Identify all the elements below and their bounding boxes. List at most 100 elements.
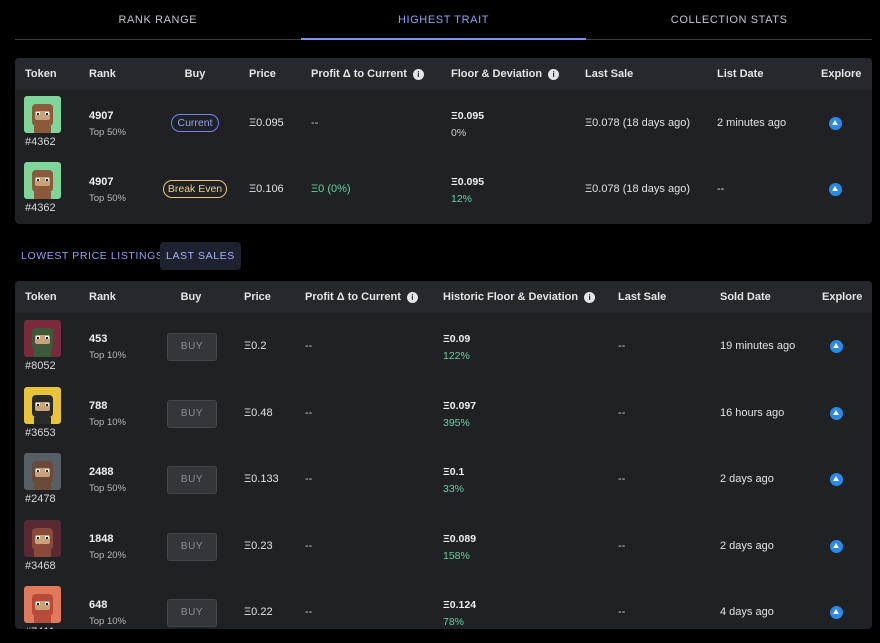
buy-status-badge[interactable]: Break Even [163, 180, 227, 198]
header-historic-floor-label: Historic Floor & Deviation [443, 291, 579, 303]
table-row: #3468 1848 Top 20% BUY Ξ0.23 -- Ξ0.089 158% -- 2 … [15, 513, 872, 579]
profit-delta: -- [305, 473, 313, 485]
buy-button[interactable]: BUY [167, 466, 217, 494]
opensea-icon[interactable] [830, 406, 843, 420]
buy-button[interactable]: BUY [167, 599, 217, 627]
historic-floor-price: Ξ0.09 [443, 333, 471, 345]
ape-avatar-icon [24, 320, 61, 357]
last-sale: -- [618, 340, 626, 352]
opensea-icon[interactable] [829, 117, 842, 130]
token-id: #4362 [25, 202, 56, 214]
price: Ξ0.2 [244, 340, 267, 352]
floor-deviation: 158% [443, 549, 470, 562]
sold-date: 16 hours ago [720, 406, 785, 419]
opensea-icon[interactable] [829, 183, 842, 196]
buy-button[interactable]: BUY [167, 532, 217, 561]
sales-table-header: Token Rank Buy Price Profit Δ to Current… [15, 281, 872, 313]
token-image[interactable] [24, 586, 61, 623]
rank-cell: 4907 Top 50% [89, 110, 126, 138]
floor-price: Ξ0.095 [451, 176, 485, 188]
ape-avatar-icon [24, 519, 61, 557]
profit-delta: -- [305, 340, 313, 352]
header-historic-floor: Historic Floor & Deviation i [443, 281, 596, 313]
ape-avatar-icon [24, 96, 61, 133]
header-profit-label: Profit Δ to Current [311, 68, 407, 80]
table-row: #8052 453 Top 10% BUY Ξ0.2 -- Ξ0.09 122% -- 19 mi… [15, 313, 872, 379]
historic-floor-cell: Ξ0.124 78% [443, 599, 476, 628]
opensea-icon[interactable] [830, 340, 843, 353]
header-profit: Profit Δ to Current i [305, 281, 418, 313]
table-row: #4362 4907 Top 50% Current Ξ0.095 -- Ξ0.095 0% Ξ… [15, 90, 872, 156]
floor-cell: Ξ0.095 0% [451, 110, 484, 139]
header-sold-date: Sold Date [720, 291, 771, 303]
list-date: 2 minutes ago [717, 117, 787, 129]
rank-number: 453 [89, 333, 108, 345]
header-rank: Rank [89, 68, 116, 80]
header-floor-label: Floor & Deviation [451, 68, 543, 80]
last-sale: -- [618, 406, 626, 419]
buy-button[interactable]: BUY [167, 333, 217, 361]
info-icon[interactable]: i [584, 291, 596, 303]
last-sale: -- [618, 473, 626, 485]
sales-table: Token Rank Buy Price Profit Δ to Current… [15, 281, 872, 629]
tab-rank-range[interactable]: RANK RANGE [15, 0, 301, 39]
rank-number: 4907 [89, 176, 114, 188]
tab-highest-trait[interactable]: HIGHEST TRAIT [300, 0, 587, 40]
opensea-icon[interactable] [830, 473, 843, 486]
token-image[interactable] [24, 162, 61, 199]
info-icon[interactable]: i [406, 291, 418, 303]
rank-number: 648 [89, 599, 108, 611]
token-image[interactable] [24, 320, 61, 357]
header-rank: Rank [89, 291, 116, 303]
info-icon[interactable]: i [412, 68, 424, 80]
token-id: #2478 [25, 493, 56, 505]
sold-date: 2 days ago [720, 473, 774, 485]
floor-deviation: 78% [443, 616, 465, 628]
historic-floor-cell: Ξ0.1 33% [443, 466, 464, 495]
opensea-icon[interactable] [830, 606, 843, 619]
buy-status-badge[interactable]: Current [171, 114, 219, 132]
buy-button[interactable]: BUY [167, 399, 217, 428]
floor-deviation: 395% [443, 416, 470, 429]
rank-tier: Top 50% [89, 127, 126, 138]
token-image[interactable] [24, 519, 61, 557]
historic-floor-cell: Ξ0.09 122% [443, 333, 470, 362]
list-date: -- [717, 183, 725, 195]
rank-tier: Top 50% [89, 483, 126, 494]
ape-avatar-icon [24, 586, 61, 623]
header-list-date: List Date [717, 68, 764, 80]
rank-number: 2488 [89, 466, 114, 478]
header-explore: Explore [822, 291, 863, 303]
table-row: #2478 2488 Top 50% BUY Ξ0.133 -- Ξ0.1 33% -- 2 da… [15, 446, 872, 512]
profit-delta: -- [305, 606, 313, 618]
info-icon[interactable]: i [548, 68, 560, 80]
rank-tier: Top 10% [89, 616, 126, 627]
token-image[interactable] [24, 96, 61, 133]
token-id: #3468 [25, 559, 56, 572]
profit-delta: -- [311, 117, 319, 129]
tab-collection-stats[interactable]: COLLECTION STATS [586, 0, 872, 39]
token-id: #7411 [25, 626, 55, 629]
rank-number: 788 [89, 399, 108, 412]
ape-avatar-icon [24, 162, 61, 199]
header-token: Token [25, 68, 57, 80]
header-last-sale: Last Sale [618, 291, 667, 303]
price: Ξ0.133 [244, 473, 279, 485]
token-image[interactable] [24, 386, 61, 424]
rank-cell: 4907 Top 50% [89, 176, 126, 204]
floor-deviation: 33% [443, 483, 465, 495]
subtab-lowest-price-listings[interactable]: LOWEST PRICE LISTINGS [21, 242, 164, 270]
rank-tier: Top 10% [89, 416, 126, 428]
trait-table-header: Token Rank Buy Price Profit Δ to Current… [15, 58, 872, 90]
opensea-icon[interactable] [830, 539, 843, 553]
price: Ξ0.22 [244, 606, 273, 618]
sold-date: 4 days ago [720, 606, 774, 618]
token-image[interactable] [24, 453, 61, 490]
token-id: #8052 [25, 360, 56, 372]
ape-avatar-icon [24, 386, 61, 424]
header-explore: Explore [821, 68, 862, 80]
header-floor: Floor & Deviation i [451, 58, 560, 90]
historic-floor-cell: Ξ0.089 158% [443, 533, 476, 562]
subtab-last-sales[interactable]: LAST SALES [160, 242, 241, 270]
token-id: #3653 [25, 426, 56, 439]
